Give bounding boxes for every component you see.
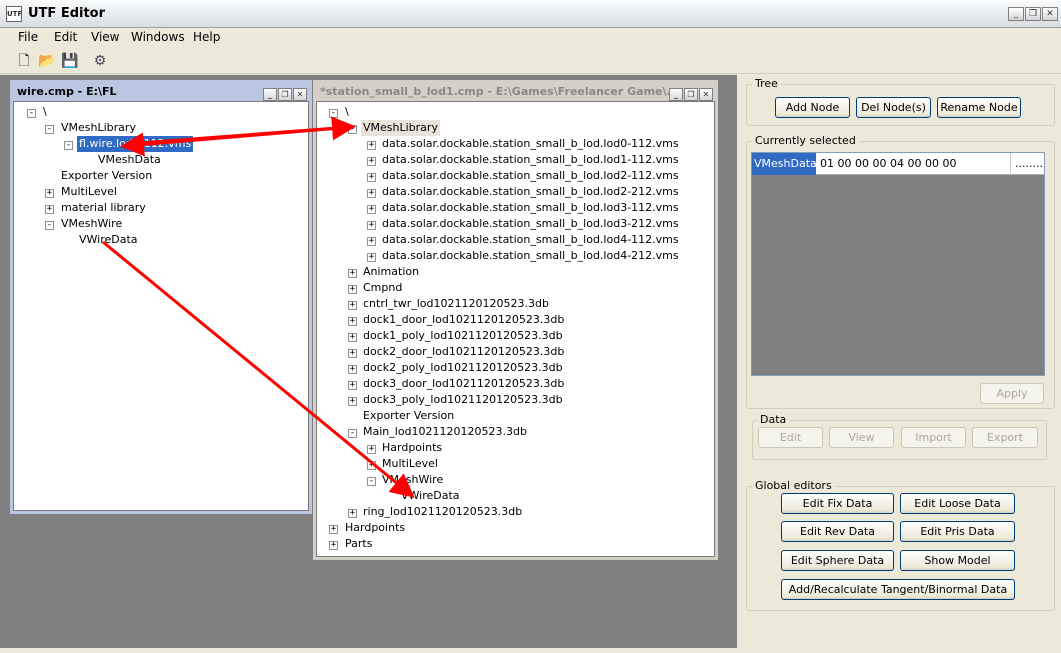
annotation-arrows	[102, 116, 415, 498]
arrow-vwiredata	[102, 240, 415, 498]
arrow-vmeshlibrary-back	[120, 125, 353, 157]
